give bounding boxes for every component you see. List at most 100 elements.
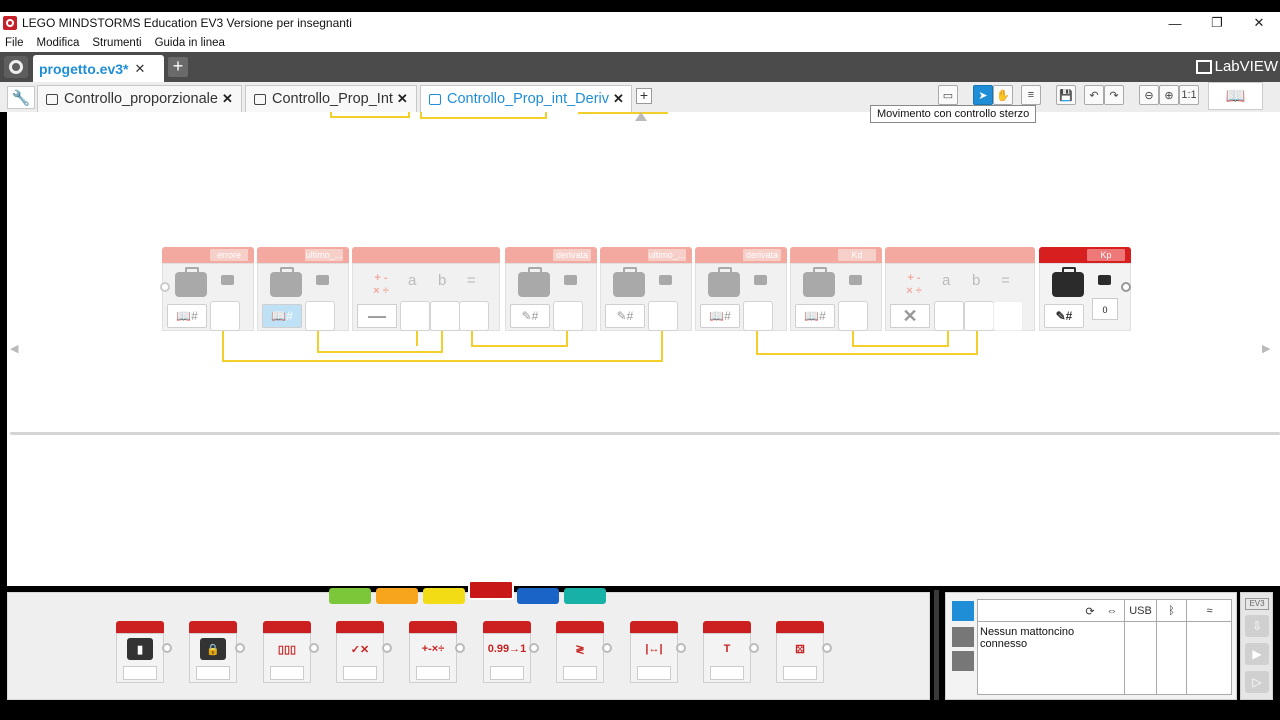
result-plug[interactable]	[993, 301, 1023, 331]
refresh-icon[interactable]: ⟳	[1080, 600, 1100, 622]
close-tab-icon[interactable]: ✕	[222, 91, 233, 107]
variable-read-block-derivata[interactable]: derivata 📖#	[695, 247, 787, 331]
brick-info-icon[interactable]	[952, 601, 974, 621]
palette-block-range[interactable]: |↔|	[630, 621, 686, 683]
project-tab-close-icon[interactable]: ✕	[134, 61, 145, 77]
minimize-button[interactable]: —	[1154, 12, 1196, 34]
palette-block-array[interactable]: ▯▯▯	[263, 621, 319, 683]
project-properties-button[interactable]	[4, 56, 28, 78]
palette-block-compare[interactable]: ≷	[556, 621, 612, 683]
palette-block-logic[interactable]: ✓✕	[336, 621, 392, 683]
palette-block-text[interactable]: T	[703, 621, 759, 683]
scroll-right-arrow-icon[interactable]: ▶	[1262, 342, 1270, 355]
variable-write-block-derivata[interactable]: derivata ✎#	[505, 247, 597, 331]
zoom-reset-button[interactable]: 1:1	[1179, 85, 1199, 105]
block-field	[270, 666, 304, 680]
output-plug[interactable]	[838, 301, 868, 331]
redo-icon[interactable]: ↷	[1104, 85, 1124, 105]
close-tab-icon[interactable]: ✕	[613, 91, 624, 107]
mode-selector[interactable]: 📖#	[700, 304, 740, 328]
input-a-plug[interactable]	[400, 301, 430, 331]
close-tab-icon[interactable]: ✕	[397, 91, 408, 107]
menu-strumenti[interactable]: Strumenti	[92, 37, 141, 49]
note-icon[interactable]: ≡	[1021, 85, 1041, 105]
output-plug[interactable]	[210, 301, 240, 331]
download-icon[interactable]: ⇔	[1102, 600, 1122, 622]
block-field	[710, 666, 744, 680]
math-block-multiply[interactable]: + - × ÷ a b = ✕	[885, 247, 1035, 331]
palette-tab-action[interactable]	[329, 588, 371, 604]
scroll-left-arrow-icon[interactable]: ◀	[10, 342, 18, 355]
menu-file[interactable]: File	[5, 37, 24, 49]
palette-tab-data[interactable]	[468, 580, 514, 600]
tab-controllo-prop-int-deriv[interactable]: Controllo_Prop_int_Deriv ✕	[420, 85, 632, 112]
mode-selector[interactable]: ✎#	[510, 304, 550, 328]
add-program-button[interactable]: +	[636, 88, 652, 104]
connection-status: Nessun mattoncino connesso	[980, 626, 1075, 650]
variable-write-block-kp[interactable]: Kp ✎# 0	[1039, 247, 1131, 331]
pan-hand-icon[interactable]: ✋	[993, 85, 1013, 105]
usb-label[interactable]: USB	[1124, 600, 1156, 622]
result-plug[interactable]	[459, 301, 489, 331]
input-a-plug[interactable]	[934, 301, 964, 331]
wifi-icon[interactable]: ≈	[1186, 600, 1232, 622]
value-input[interactable]: 0	[1092, 298, 1118, 320]
palette-tab-sensor[interactable]	[423, 588, 465, 604]
panel-splitter[interactable]	[934, 590, 939, 700]
run-selected-icon[interactable]: ▷	[1245, 671, 1269, 693]
palette-block-random[interactable]: ⚄	[776, 621, 832, 683]
logic-icon: ✓✕	[350, 643, 370, 656]
restore-button[interactable]: ❐	[1196, 12, 1238, 34]
port-view-icon[interactable]	[952, 627, 974, 647]
math-block-subtract[interactable]: + - × ÷ a b = —	[352, 247, 500, 331]
variable-read-block-kd[interactable]: Kd 📖#	[790, 247, 882, 331]
palette-tab-flow[interactable]	[376, 588, 418, 604]
output-plug[interactable]	[743, 301, 773, 331]
download-to-brick-icon[interactable]: ⇩	[1245, 615, 1269, 637]
palette-tab-myblocks[interactable]	[564, 588, 606, 604]
menu-modifica[interactable]: Modifica	[37, 37, 80, 49]
mode-selector[interactable]: ✎#	[605, 304, 645, 328]
available-bricks-icon[interactable]	[952, 651, 974, 671]
bluetooth-icon[interactable]: ᛒ	[1156, 600, 1186, 622]
project-tab[interactable]: progetto.ev3* ✕	[33, 55, 164, 82]
wrench-icon[interactable]: 🔧	[7, 86, 35, 109]
close-window-button[interactable]: ✕	[1238, 12, 1280, 34]
menu-guida[interactable]: Guida in linea	[155, 37, 225, 49]
variable-read-block-errore[interactable]: errore 📖#	[162, 247, 254, 331]
palette-block-round[interactable]: 0.99→1	[483, 621, 539, 683]
variable-write-block-ultimo[interactable]: ultimo_... ✎#	[600, 247, 692, 331]
mode-selector[interactable]: 📖#	[262, 304, 302, 328]
input-plug[interactable]	[648, 301, 678, 331]
add-project-button[interactable]: +	[168, 57, 188, 77]
input-b-plug[interactable]	[430, 301, 460, 331]
input-b-plug[interactable]	[964, 301, 994, 331]
input-plug[interactable]	[553, 301, 583, 331]
sequence-connector[interactable]	[160, 282, 170, 292]
mode-selector[interactable]: 📖#	[167, 304, 207, 328]
select-pointer-icon[interactable]: ➤	[973, 85, 993, 105]
save-icon[interactable]: 💾	[1056, 85, 1076, 105]
output-plug[interactable]	[305, 301, 335, 331]
scroll-up-arrow-icon[interactable]	[635, 112, 647, 121]
palette-block-variable[interactable]: ▮	[116, 621, 172, 683]
small-briefcase-icon	[1098, 275, 1111, 285]
run-icon[interactable]: ▶	[1245, 643, 1269, 665]
palette-tab-advanced[interactable]	[517, 588, 559, 604]
content-editor-book-icon[interactable]: 📖	[1208, 82, 1263, 110]
tab-controllo-proporzionale[interactable]: Controllo_proporzionale ✕	[37, 85, 242, 112]
zoom-out-icon[interactable]: ⊖	[1139, 85, 1159, 105]
undo-icon[interactable]: ↶	[1084, 85, 1104, 105]
mode-selector[interactable]: ✎#	[1044, 304, 1084, 328]
tab-controllo-prop-int[interactable]: Controllo_Prop_Int ✕	[245, 85, 417, 112]
operation-selector[interactable]: ✕	[890, 304, 930, 328]
variable-read-block-ultimo[interactable]: ultimo_... 📖#	[257, 247, 349, 331]
zoom-in-icon[interactable]: ⊕	[1159, 85, 1179, 105]
block-name: ultimo_...	[305, 249, 343, 261]
palette-block-math[interactable]: +-×÷	[409, 621, 465, 683]
mode-selector[interactable]: 📖#	[795, 304, 835, 328]
operation-selector[interactable]: —	[357, 304, 397, 328]
comment-icon[interactable]: ▭	[938, 85, 958, 105]
sequence-connector[interactable]	[1121, 282, 1131, 292]
palette-block-constant[interactable]: 🔒	[189, 621, 245, 683]
